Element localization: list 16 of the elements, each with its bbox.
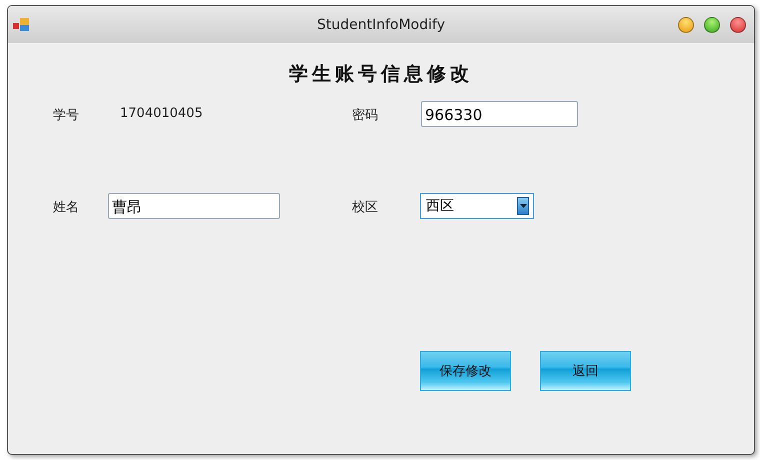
dropdown[interactable]: 西区 (420, 193, 534, 219)
app-icon (12, 16, 30, 32)
action-button[interactable]: 返回 (540, 351, 631, 391)
minimize-button[interactable] (678, 16, 694, 32)
field-label: 校区 (352, 199, 379, 216)
window-title: StudentInfoModify (317, 16, 445, 32)
field-label: 学号 (53, 107, 80, 124)
field-value: 1704010405 (119, 105, 203, 121)
input-field[interactable]: 曹昂 (108, 193, 280, 219)
close-button[interactable] (730, 16, 746, 32)
input-field[interactable]: 966330 (421, 101, 578, 127)
action-button[interactable]: 保存修改 (420, 351, 511, 391)
field-label: 姓名 (53, 199, 80, 216)
form-heading: 学生账号信息修改 (288, 62, 474, 87)
maximize-button[interactable] (704, 16, 720, 32)
field-label: 密码 (352, 107, 379, 124)
